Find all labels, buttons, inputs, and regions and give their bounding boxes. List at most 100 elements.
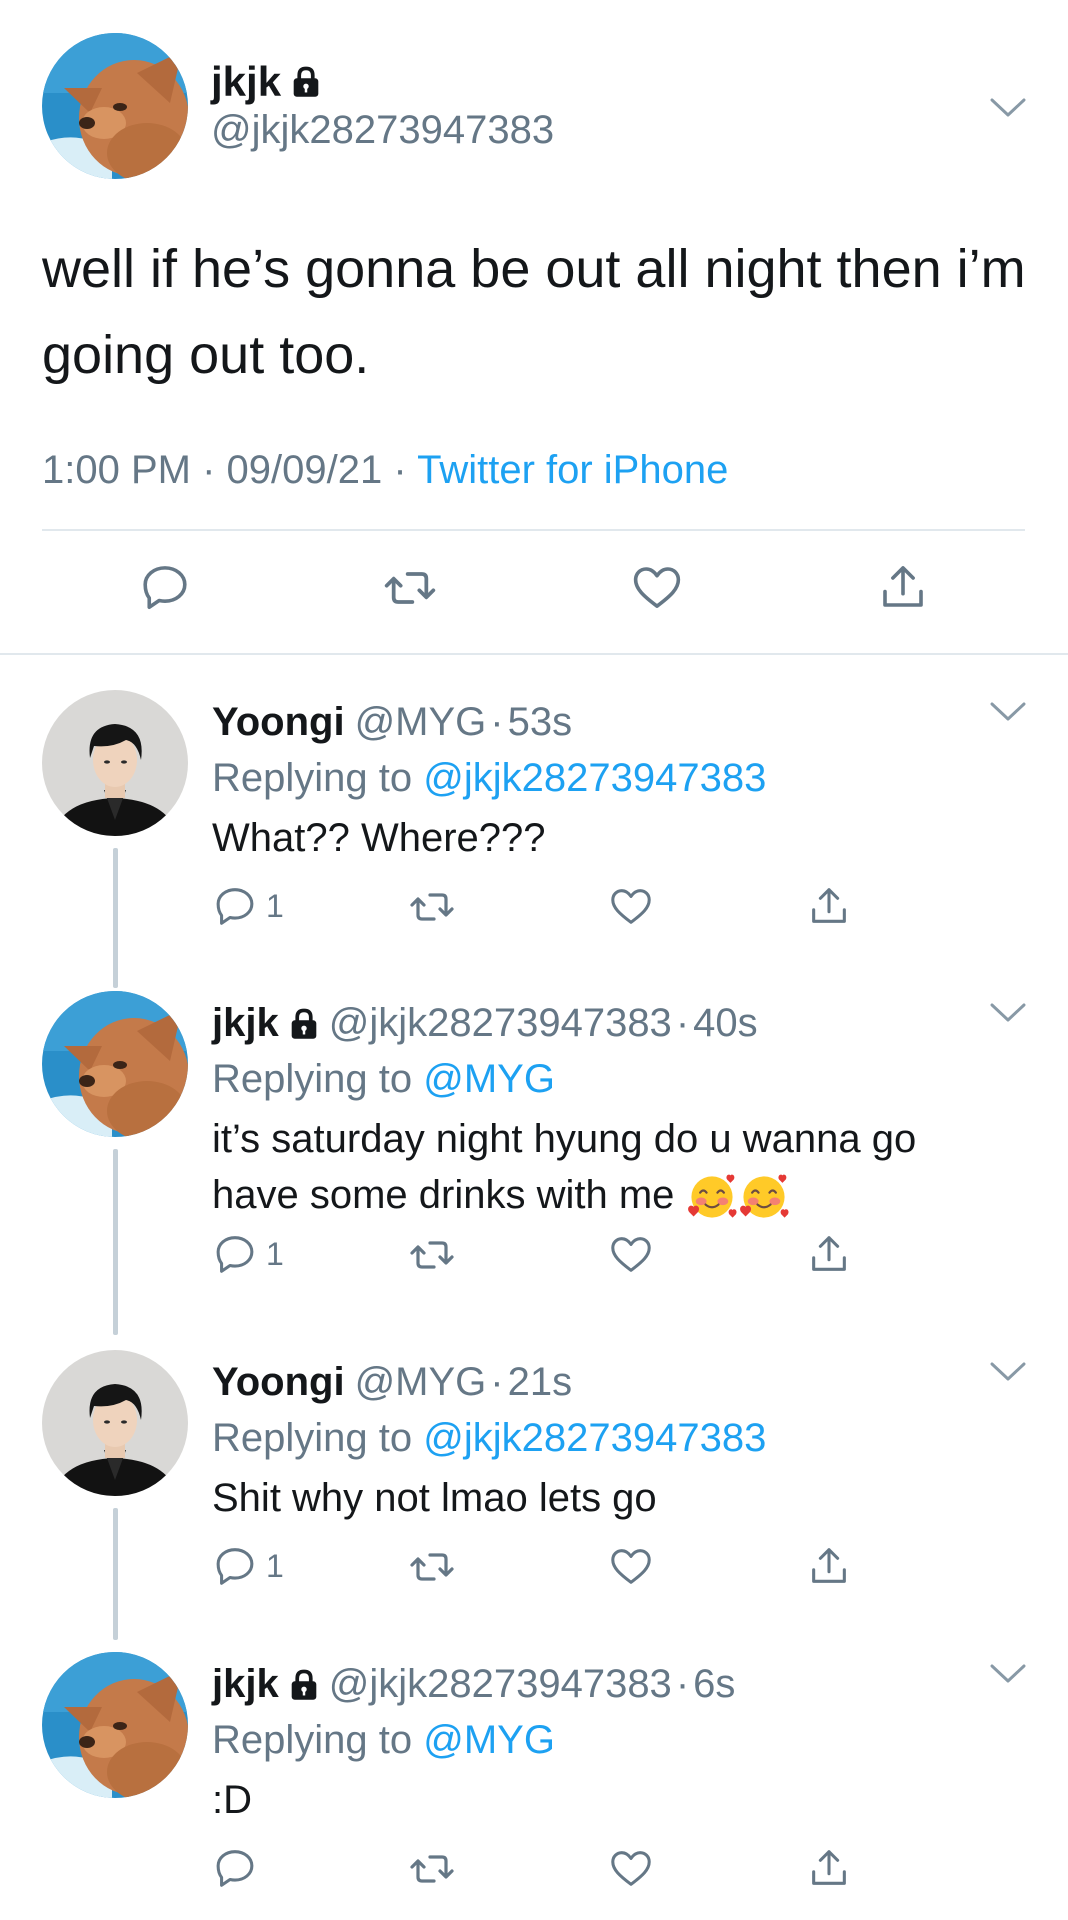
retweet-icon (408, 1231, 456, 1279)
chevron-down-icon[interactable] (989, 1360, 1027, 1384)
replying-to-label: Replying to (212, 1718, 424, 1762)
display-name[interactable]: Yoongi (212, 1360, 345, 1405)
lock-icon (289, 1669, 319, 1701)
author-handle[interactable]: @jkjk28273947383 (211, 108, 554, 153)
share-icon (806, 883, 852, 929)
share-button[interactable] (806, 1845, 852, 1891)
reply-button[interactable] (138, 560, 192, 614)
author-handle[interactable]: @jkjk28273947383 (329, 1662, 672, 1707)
avatar[interactable] (42, 991, 188, 1137)
thread-line (113, 1149, 118, 1335)
display-name[interactable]: jkjk (212, 1001, 279, 1046)
reply-text-body: it’s saturday night hyung do u wanna go … (212, 1117, 917, 1217)
thread-line (113, 1508, 118, 1640)
share-button[interactable] (806, 1543, 852, 1589)
like-icon (608, 1231, 654, 1277)
replying-to-link[interactable]: @MYG (423, 1057, 555, 1101)
reply-text: :D (212, 1778, 252, 1822)
reply-button[interactable]: 1 (212, 1543, 284, 1589)
reply-icon (138, 560, 192, 614)
replying-to: Replying to @jkjk28273947383 (212, 1416, 766, 1461)
share-button[interactable] (806, 883, 852, 929)
reply-header: jkjk @jkjk28273947383 · 40s (212, 1001, 758, 1046)
avatar[interactable] (42, 690, 188, 836)
meta-separator: · (675, 1001, 690, 1045)
smiling-face-with-hearts-emoji (686, 1171, 738, 1223)
dog-avatar-image (42, 33, 188, 179)
share-button[interactable] (806, 1231, 852, 1277)
display-name[interactable]: jkjk (212, 1662, 279, 1707)
chevron-down-icon[interactable] (989, 96, 1027, 120)
replying-to-link[interactable]: @jkjk28273947383 (423, 756, 766, 800)
reply-tweet[interactable]: Yoongi @MYG · 53s Replying to @jkjk28273… (0, 690, 1068, 990)
like-button[interactable] (608, 1845, 654, 1891)
replying-to-label: Replying to (212, 1057, 424, 1101)
tweet-meta: 1:00 PM · 09/09/21 · Twitter for iPhone (42, 448, 728, 493)
avatar[interactable] (42, 1350, 188, 1496)
meta-separator: · (490, 1360, 504, 1404)
chevron-down-icon[interactable] (989, 1662, 1027, 1686)
display-name[interactable]: jkjk (211, 58, 281, 106)
like-button[interactable] (608, 1543, 654, 1589)
share-icon (876, 560, 930, 614)
avatar[interactable] (42, 1652, 188, 1798)
reply-button[interactable] (212, 1845, 266, 1891)
meta-separator: · (490, 700, 504, 744)
retweet-icon (408, 883, 456, 931)
retweet-button[interactable] (408, 1543, 456, 1591)
author-handle[interactable]: @MYG (355, 700, 487, 745)
reply-time: 53s (507, 700, 573, 744)
like-button[interactable] (608, 883, 654, 929)
replying-to-link[interactable]: @jkjk28273947383 (423, 1416, 766, 1460)
reply-tweet[interactable]: jkjk @jkjk28273947383 · 6s Replying to @… (0, 1652, 1068, 1920)
like-button[interactable] (608, 1231, 654, 1277)
reply-tweet[interactable]: Yoongi @MYG · 21s Replying to @jkjk28273… (0, 1350, 1068, 1640)
reply-time: 21s (507, 1360, 573, 1404)
tweet-actions (0, 560, 1068, 620)
replying-to: Replying to @jkjk28273947383 (212, 756, 766, 801)
lock-icon (289, 1008, 319, 1040)
author-handle[interactable]: @MYG (355, 1360, 487, 1405)
retweet-button[interactable] (408, 1845, 456, 1893)
avatar[interactable] (42, 33, 188, 179)
author-name[interactable]: jkjk (211, 58, 321, 106)
like-icon (630, 560, 684, 614)
reply-time: 6s (693, 1662, 736, 1706)
retweet-icon (408, 1845, 456, 1893)
thread-line (113, 848, 118, 988)
retweet-icon (408, 1543, 456, 1591)
chevron-down-icon[interactable] (989, 700, 1027, 724)
reply-actions: 1 (212, 1543, 872, 1593)
replying-to-link[interactable]: @MYG (423, 1718, 555, 1762)
dog-avatar-image (42, 1652, 188, 1798)
reply-icon (212, 883, 258, 929)
share-icon (806, 1845, 852, 1891)
retweet-button[interactable] (408, 883, 456, 931)
replying-to: Replying to @MYG (212, 1057, 555, 1102)
smiling-face-with-hearts-emoji (738, 1171, 790, 1223)
retweet-button[interactable] (408, 1231, 456, 1279)
retweet-button[interactable] (382, 560, 438, 616)
person-avatar-image (42, 1350, 188, 1496)
reply-actions: 1 (212, 883, 872, 933)
reply-header: Yoongi @MYG · 21s (212, 1360, 572, 1405)
display-name[interactable]: Yoongi (212, 700, 345, 745)
share-button[interactable] (876, 560, 930, 614)
lock-icon (291, 66, 321, 98)
like-icon (608, 1845, 654, 1891)
replying-to-label: Replying to (212, 756, 424, 800)
reply-text: Shit why not lmao lets go (212, 1476, 657, 1520)
reply-button[interactable]: 1 (212, 883, 284, 929)
replying-to-label: Replying to (212, 1416, 424, 1460)
tweet-date: 09/09/21 (226, 448, 383, 492)
like-button[interactable] (630, 560, 684, 614)
tweet-source-link[interactable]: Twitter for iPhone (417, 448, 728, 492)
chevron-down-icon[interactable] (989, 1001, 1027, 1025)
reply-icon (212, 1543, 258, 1589)
reply-button[interactable]: 1 (212, 1231, 284, 1277)
share-icon (806, 1231, 852, 1277)
author-handle[interactable]: @jkjk28273947383 (329, 1001, 672, 1046)
reply-tweet[interactable]: jkjk @jkjk28273947383 · 40s Replying to … (0, 991, 1068, 1339)
dog-avatar-image (42, 991, 188, 1137)
tweet-text: well if he’s gonna be out all night then… (42, 239, 1026, 385)
